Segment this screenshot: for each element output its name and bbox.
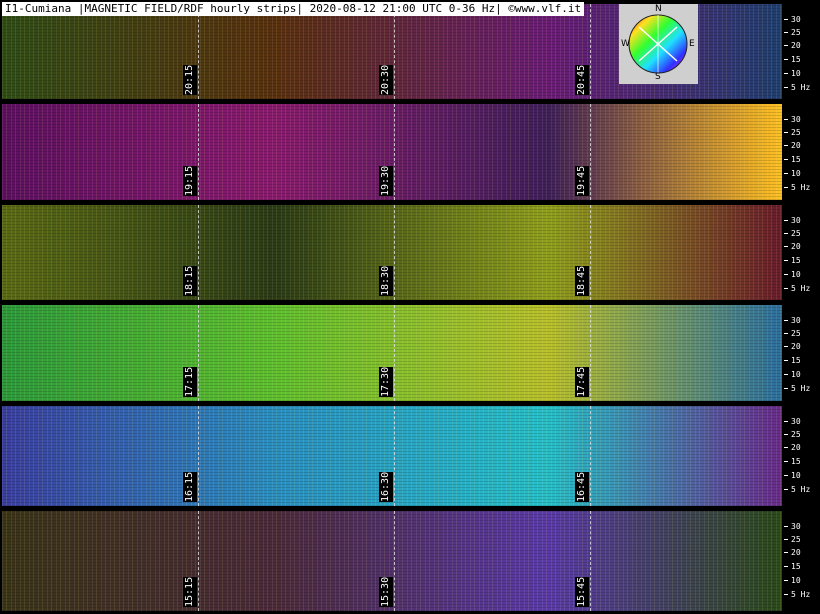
- time-gridline: [590, 511, 591, 611]
- frequency-tick: 25: [784, 330, 801, 338]
- frequency-tick: 15: [784, 156, 801, 164]
- time-gridline: [394, 305, 395, 401]
- time-gridline: [198, 305, 199, 401]
- time-label: 17:30: [379, 366, 393, 398]
- hourly-strip: 17:15 17:30 17:45: [2, 305, 782, 401]
- frequency-tick: 25: [784, 29, 801, 37]
- time-label: 20:15: [183, 64, 197, 96]
- time-label: 17:15: [183, 366, 197, 398]
- time-gridline: [198, 104, 199, 200]
- frequency-tick: 10: [784, 170, 801, 178]
- frequency-tick: 5 Hz: [784, 84, 810, 92]
- hourly-strip: 19:15 19:30 19:45: [2, 104, 782, 200]
- time-label: 18:15: [183, 265, 197, 297]
- frequency-tick: 25: [784, 536, 801, 544]
- frequency-tick: 20: [784, 42, 801, 50]
- time-label: 15:30: [379, 576, 393, 608]
- compass-south-label: S: [655, 72, 661, 82]
- time-gridline: [590, 305, 591, 401]
- time-gridline: [198, 406, 199, 506]
- time-label: 20:45: [575, 64, 589, 96]
- time-gridline: [394, 205, 395, 300]
- frequency-tick: 5 Hz: [784, 385, 810, 393]
- frequency-tick: 10: [784, 577, 801, 585]
- time-gridline: [590, 406, 591, 506]
- frequency-tick: 15: [784, 563, 801, 571]
- frequency-tick: 10: [784, 271, 801, 279]
- time-label: 16:45: [575, 471, 589, 503]
- frequency-tick: 20: [784, 549, 801, 557]
- time-gridline: [198, 511, 199, 611]
- time-gridline: [590, 205, 591, 300]
- frequency-axis: 30 25 20 15 10 5 Hz: [784, 511, 820, 611]
- frequency-tick: 30: [784, 523, 801, 531]
- frequency-axis: 30 25 20 15 10 5 Hz: [784, 4, 820, 99]
- frequency-tick: 20: [784, 343, 801, 351]
- compass-north-label: N: [655, 4, 662, 14]
- frequency-axis: 30 25 20 15 10 5 Hz: [784, 104, 820, 200]
- frequency-tick: 20: [784, 142, 801, 150]
- header-title: I1-Cumiana |MAGNETIC FIELD/RDF hourly st…: [2, 2, 585, 16]
- time-gridline: [394, 406, 395, 506]
- frequency-tick: 10: [784, 472, 801, 480]
- frequency-tick: 25: [784, 129, 801, 137]
- time-label: 15:45: [575, 576, 589, 608]
- frequency-tick: 30: [784, 116, 801, 124]
- frequency-tick: 20: [784, 243, 801, 251]
- hourly-strip: 18:15 18:30 18:45: [2, 205, 782, 300]
- frequency-tick: 5 Hz: [784, 285, 810, 293]
- compass-rose: N S E W: [619, 4, 698, 84]
- hourly-strip: 16:15 16:30 16:45: [2, 406, 782, 506]
- frequency-tick: 5 Hz: [784, 486, 810, 494]
- frequency-axis: 30 25 20 15 10 5 Hz: [784, 406, 820, 506]
- time-gridline: [394, 104, 395, 200]
- time-gridline: [198, 4, 199, 99]
- time-label: 18:45: [575, 265, 589, 297]
- time-gridline: [394, 511, 395, 611]
- frequency-tick: 5 Hz: [784, 591, 810, 599]
- time-label: 20:30: [379, 64, 393, 96]
- time-gridline: [590, 104, 591, 200]
- time-label: 19:15: [183, 165, 197, 197]
- time-gridline: [198, 205, 199, 300]
- hourly-strip: 15:15 15:30 15:45: [2, 511, 782, 611]
- frequency-tick: 30: [784, 418, 801, 426]
- frequency-tick: 30: [784, 317, 801, 325]
- time-label: 19:45: [575, 165, 589, 197]
- time-label: 15:15: [183, 576, 197, 608]
- frequency-tick: 20: [784, 444, 801, 452]
- time-label: 17:45: [575, 366, 589, 398]
- frequency-tick: 15: [784, 458, 801, 466]
- time-label: 16:30: [379, 471, 393, 503]
- compass-east-label: E: [689, 39, 695, 49]
- time-label: 19:30: [379, 165, 393, 197]
- frequency-tick: 10: [784, 70, 801, 78]
- frequency-tick: 5 Hz: [784, 184, 810, 192]
- time-label: 18:30: [379, 265, 393, 297]
- frequency-tick: 15: [784, 257, 801, 265]
- frequency-tick: 30: [784, 217, 801, 225]
- compass-west-label: W: [621, 39, 630, 49]
- time-label: 16:15: [183, 471, 197, 503]
- time-gridline: [394, 4, 395, 99]
- frequency-tick: 30: [784, 16, 801, 24]
- frequency-tick: 25: [784, 230, 801, 238]
- time-gridline: [590, 4, 591, 99]
- frequency-tick: 25: [784, 431, 801, 439]
- frequency-axis: 30 25 20 15 10 5 Hz: [784, 305, 820, 401]
- frequency-tick: 15: [784, 357, 801, 365]
- frequency-tick: 15: [784, 56, 801, 64]
- frequency-axis: 30 25 20 15 10 5 Hz: [784, 205, 820, 300]
- frequency-tick: 10: [784, 371, 801, 379]
